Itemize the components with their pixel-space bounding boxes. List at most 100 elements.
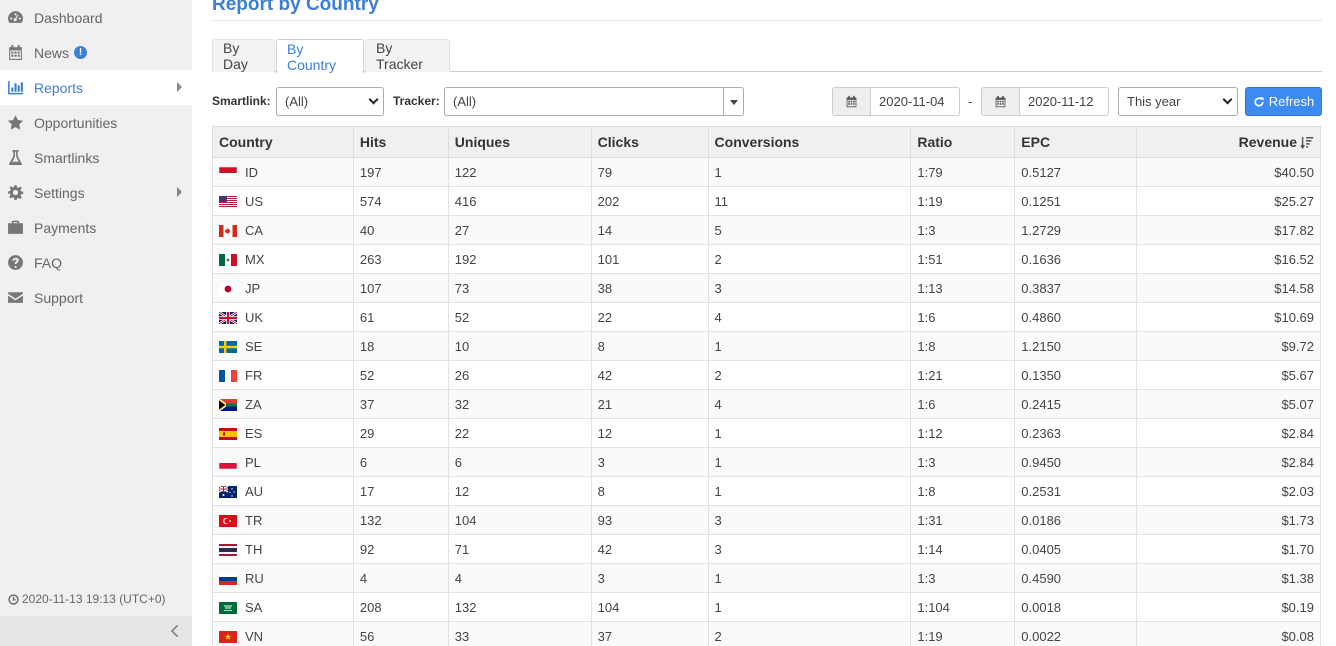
cell-uniques: 132 (447, 592, 592, 622)
cell-clicks: 3 (590, 563, 709, 593)
country-code: JP (245, 281, 261, 297)
date-to-input[interactable]: 2020-11-12 (1020, 88, 1094, 115)
sidebar-item-opportunities[interactable]: Opportunities (0, 105, 192, 140)
cell-uniques: 10 (447, 331, 592, 361)
cell-ratio: 1:104 (910, 592, 1016, 622)
cell-epc: 1.2150 (1014, 331, 1138, 361)
chevron-right-icon (177, 187, 182, 197)
calendar-icon[interactable] (982, 88, 1020, 115)
cell-clicks: 79 (590, 157, 709, 187)
flask-icon (6, 149, 24, 167)
cell-revenue: $10.69 (1136, 302, 1321, 332)
report-tabs: By Day By Country By Tracker (212, 39, 1322, 73)
sidebar-item-news[interactable]: News ! (0, 35, 192, 70)
flag-ca-icon (219, 224, 237, 237)
sidebar-item-label: Settings (34, 184, 85, 201)
col-epc[interactable]: EPC (1014, 126, 1138, 158)
col-clicks[interactable]: Clicks (590, 126, 709, 158)
cell-hits: 574 (352, 186, 449, 216)
cell-hits: 107 (352, 273, 449, 303)
cell-conversions: 11 (707, 186, 912, 216)
table-body: ID 197 122 79 1 1:79 0.5127 $40.50 US 574 416 202 11… (212, 157, 1321, 646)
col-hits[interactable]: Hits (352, 126, 449, 158)
cell-country: CA (212, 215, 354, 245)
smartlink-label: Smartlink: (212, 94, 271, 108)
country-code: FR (245, 368, 263, 384)
cell-clicks: 37 (590, 621, 709, 646)
calendar-icon[interactable] (833, 88, 871, 115)
smartlink-select[interactable]: (All) (276, 87, 384, 116)
cell-clicks: 8 (590, 331, 709, 361)
cell-country: TR (212, 505, 354, 535)
col-country[interactable]: Country (212, 126, 354, 158)
tab-by-day[interactable]: By Day (212, 39, 275, 72)
sidebar-item-smartlinks[interactable]: Smartlinks (0, 140, 192, 175)
question-icon (6, 254, 24, 272)
sidebar: Dashboard News ! Reports Opportunities S… (0, 0, 192, 646)
cell-ratio: 1:13 (910, 273, 1016, 303)
country-code: ZA (245, 397, 262, 413)
filter-bar: Smartlink: (All) Tracker: (All) 2020-11-… (212, 87, 1322, 116)
cell-country: ZA (212, 389, 354, 419)
cell-epc: 0.2363 (1014, 418, 1138, 448)
col-conversions[interactable]: Conversions (707, 126, 912, 158)
tab-by-country[interactable]: By Country (276, 39, 364, 73)
flag-mx-icon (219, 253, 237, 266)
country-code: TR (245, 513, 263, 529)
cell-hits: 132 (352, 505, 449, 535)
cell-hits: 40 (352, 215, 449, 245)
cell-revenue: $2.84 (1136, 447, 1321, 477)
cell-conversions: 5 (707, 215, 912, 245)
sidebar-item-support[interactable]: Support (0, 280, 192, 315)
cell-clicks: 8 (590, 476, 709, 506)
cell-epc: 0.0022 (1014, 621, 1138, 646)
cell-epc: 0.1350 (1014, 360, 1138, 390)
cell-clicks: 3 (590, 447, 709, 477)
col-revenue[interactable]: Revenue (1136, 126, 1321, 158)
sidebar-item-faq[interactable]: FAQ (0, 245, 192, 280)
sidebar-item-settings[interactable]: Settings (0, 175, 192, 210)
cell-uniques: 73 (447, 273, 592, 303)
table-row: MX 263 192 101 2 1:51 0.1636 $16.52 (212, 244, 1321, 274)
country-code: RU (245, 571, 264, 587)
cell-clicks: 14 (590, 215, 709, 245)
sidebar-item-dashboard[interactable]: Dashboard (0, 0, 192, 35)
date-from-input[interactable]: 2020-11-04 (871, 88, 945, 115)
period-select[interactable]: This year (1118, 87, 1238, 116)
cell-clicks: 202 (590, 186, 709, 216)
tracker-select[interactable]: (All) (444, 87, 744, 116)
flag-th-icon (219, 543, 237, 556)
table-row: SA 208 132 104 1 1:104 0.0018 $0.19 (212, 592, 1321, 622)
country-code: US (245, 194, 264, 210)
col-ratio[interactable]: Ratio (910, 126, 1016, 158)
cell-revenue: $16.52 (1136, 244, 1321, 274)
cell-revenue: $1.73 (1136, 505, 1321, 535)
table-row: SE 18 10 8 1 1:8 1.2150 $9.72 (212, 331, 1321, 361)
cell-country: FR (212, 360, 354, 390)
country-code: PL (245, 455, 261, 471)
sidebar-item-reports[interactable]: Reports (0, 70, 192, 105)
smartlink-value: (All) (285, 94, 309, 109)
refresh-button[interactable]: Refresh (1245, 87, 1322, 116)
cell-country: ES (212, 418, 354, 448)
col-uniques[interactable]: Uniques (447, 126, 592, 158)
cell-conversions: 4 (707, 302, 912, 332)
cell-epc: 0.4860 (1014, 302, 1138, 332)
bar-chart-icon (6, 79, 24, 97)
cell-epc: 0.0018 (1014, 592, 1138, 622)
country-code: SE (245, 339, 263, 355)
sidebar-item-payments[interactable]: Payments (0, 210, 192, 245)
cell-hits: 37 (352, 389, 449, 419)
cell-epc: 0.5127 (1014, 157, 1138, 187)
cell-revenue: $40.50 (1136, 157, 1321, 187)
tab-by-tracker[interactable]: By Tracker (365, 39, 450, 72)
cell-uniques: 416 (447, 186, 592, 216)
cell-country: UK (212, 302, 354, 332)
cell-ratio: 1:8 (910, 476, 1016, 506)
cell-uniques: 33 (447, 621, 592, 646)
collapse-sidebar-icon[interactable] (168, 624, 182, 638)
dashboard-icon (6, 9, 24, 27)
cell-ratio: 1:3 (910, 447, 1016, 477)
table-row: VN 56 33 37 2 1:19 0.0022 $0.08 (212, 621, 1321, 646)
cell-epc: 0.2415 (1014, 389, 1138, 419)
